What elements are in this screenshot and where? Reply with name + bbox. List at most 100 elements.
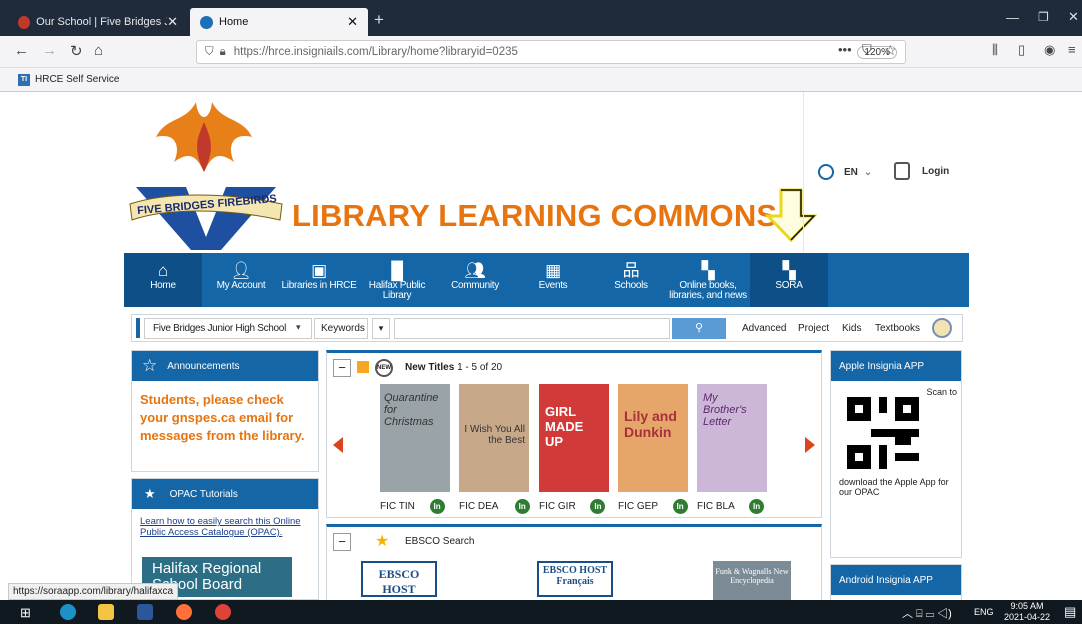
tab-home[interactable]: Home ✕: [190, 8, 368, 36]
account-icon[interactable]: ◉: [1044, 42, 1055, 58]
book-cover[interactable]: Quarantine for Christmas: [380, 384, 450, 492]
pocket-icon[interactable]: ⛉: [862, 42, 872, 58]
search-button[interactable]: ⚲: [672, 318, 726, 339]
book-cover[interactable]: GIRL MADE UP: [539, 384, 609, 492]
clock[interactable]: 9:05 AM 2021-04-22: [1004, 601, 1050, 623]
back-icon[interactable]: ←: [14, 42, 29, 59]
url-text: https://hrce.insigniails.com/Library/hom…: [233, 46, 518, 58]
star-outline-icon: ☆: [142, 356, 158, 375]
book-cover[interactable]: I Wish You All the Best: [459, 384, 529, 492]
word-icon[interactable]: [137, 604, 153, 620]
home-icon[interactable]: ⌂: [94, 42, 103, 59]
book-call-number: FIC GIR In: [539, 499, 606, 514]
menu-item-events[interactable]: ▦ Events: [518, 253, 588, 307]
chrome-icon[interactable]: [60, 604, 76, 620]
advanced-link[interactable]: Advanced: [742, 323, 786, 334]
page-content: FIVE BRIDGES FIREBIRDS LIBRARY LEARNING …: [0, 92, 1082, 600]
search-input[interactable]: [394, 318, 670, 339]
book-cover[interactable]: Lily and Dunkin: [618, 384, 688, 492]
book-cover[interactable]: My Brother's Letter: [697, 384, 767, 492]
menu-icon[interactable]: ≡: [1068, 42, 1076, 57]
language-selector[interactable]: EN ⌄: [818, 164, 872, 180]
user-icon: 👤︎: [230, 261, 252, 280]
lock-icon: 🔒︎: [219, 45, 226, 58]
address-bar[interactable]: ⛉ 🔒︎ https://hrce.insigniails.com/Librar…: [196, 40, 906, 64]
opac-panel: ★ OPAC Tutorials Learn how to easily sea…: [131, 478, 319, 600]
shield-icon: ⛉: [205, 45, 214, 58]
close-icon[interactable]: ✕: [347, 14, 358, 30]
close-window-icon[interactable]: ✕: [1068, 9, 1079, 25]
collapse-button[interactable]: −: [333, 359, 351, 377]
kids-link[interactable]: Kids: [842, 323, 861, 334]
opac-header: ★ OPAC Tutorials: [132, 479, 318, 509]
ebsco-heading: EBSCO Search: [405, 536, 475, 547]
next-arrow-icon[interactable]: [805, 437, 815, 453]
star-icon: ★: [144, 486, 156, 501]
grid-icon: ▚: [701, 261, 715, 280]
bookmark-hrce-self-service[interactable]: HRCE Self Service: [35, 74, 119, 85]
main-menu: ⌂ Home 👤︎ My Account ▣ Libraries in HRCE ▐▌…: [124, 253, 969, 307]
insignia-favicon-icon: [200, 15, 213, 29]
collapse-button[interactable]: −: [333, 533, 351, 551]
sitemap-icon: 品: [622, 261, 640, 280]
restore-icon[interactable]: ❐: [1038, 10, 1049, 24]
opac-tutorial-link[interactable]: Learn how to easily search this Online P…: [132, 509, 318, 538]
menu-item-community[interactable]: 👥︎ Community: [442, 253, 508, 307]
close-icon[interactable]: ✕: [167, 14, 178, 30]
more-icon[interactable]: •••: [838, 42, 852, 57]
announcement-message: Students, please check your gnspes.ca em…: [140, 392, 305, 443]
language-indicator[interactable]: ENG: [974, 607, 994, 617]
windows-start-icon[interactable]: ⊞: [20, 605, 31, 621]
sidebar-icon[interactable]: ▯: [1018, 42, 1025, 58]
reload-icon[interactable]: ↻: [70, 42, 83, 60]
ebsco-host-logo[interactable]: EBSCO HOST: [361, 561, 437, 597]
in-status-badge: In: [749, 499, 765, 514]
file-explorer-icon[interactable]: [98, 604, 114, 620]
firebirds-logo[interactable]: FIVE BRIDGES FIREBIRDS: [126, 92, 286, 252]
browser-tab-bar: Our School | Five Bridges Junio ✕ Home ✕…: [0, 0, 1082, 36]
ebsco-host-french-logo[interactable]: EBSCO HOST Français: [537, 561, 613, 597]
firefox-icon[interactable]: [176, 604, 192, 620]
ebsco-panel: − ★ EBSCO Search EBSCO HOST EBSCO HOST F…: [326, 524, 822, 600]
previous-arrow-icon[interactable]: [333, 437, 343, 453]
system-tray-icons[interactable]: ︿ ⌸ ▭ ◁): [902, 605, 952, 621]
textbooks-link[interactable]: Textbooks: [875, 323, 920, 334]
library-select[interactable]: Five Bridges Junior High School: [144, 318, 312, 339]
project-link[interactable]: Project: [798, 323, 829, 334]
help-owl-icon[interactable]: [932, 318, 952, 338]
bookmark-star-icon[interactable]: ☆: [884, 42, 897, 59]
bookmarks-bar: TI HRCE Self Service: [0, 68, 1082, 92]
forward-icon[interactable]: →: [42, 42, 57, 59]
android-app-panel: Android Insignia APP: [830, 564, 962, 600]
library-icon[interactable]: ⫼: [992, 42, 998, 58]
apple-app-panel: Apple Insignia APP Scan to download the …: [830, 350, 962, 558]
minimize-icon[interactable]: —: [1006, 10, 1019, 25]
chrome-icon[interactable]: [215, 604, 231, 620]
tab-our-school[interactable]: Our School | Five Bridges Junio ✕: [8, 8, 188, 36]
page-title: LIBRARY LEARNING COMMONS: [292, 198, 778, 233]
notification-icon[interactable]: ▤: [1064, 604, 1076, 620]
login-button[interactable]: Login: [894, 162, 949, 180]
hrce-bookmark-icon: TI: [18, 73, 30, 86]
funk-wagnalls-logo[interactable]: Funk & Wagnalls New Encyclopedia: [713, 561, 791, 600]
menu-item-home[interactable]: ⌂ Home: [124, 253, 202, 307]
scan-label: Scan to: [926, 387, 957, 397]
in-status-badge: In: [672, 499, 688, 514]
qr-code: [847, 397, 919, 469]
clock-time: 9:05 AM: [1010, 601, 1044, 611]
announcements-panel: ☆ Announcements Students, please check y…: [131, 350, 319, 472]
menu-item-my-account[interactable]: 👤︎ My Account: [206, 253, 276, 307]
new-tab-icon[interactable]: +: [374, 10, 384, 30]
rss-icon[interactable]: [357, 361, 369, 373]
menu-item-sora[interactable]: ▚ SORA: [750, 253, 828, 307]
briefcase-icon: ▣: [311, 261, 327, 280]
menu-item-libraries[interactable]: ▣ Libraries in HRCE: [279, 253, 359, 307]
menu-item-halifax-library[interactable]: ▐▌ Halifax Public Library: [364, 253, 430, 307]
menu-item-schools[interactable]: 品 Schools: [596, 253, 666, 307]
apple-app-header: Apple Insignia APP: [831, 351, 961, 381]
in-status-badge: In: [590, 499, 606, 514]
clock-date: 2021-04-22: [1004, 612, 1051, 622]
field-select[interactable]: Keywords: [314, 318, 368, 339]
field-select-arrow-icon[interactable]: ▾: [372, 318, 390, 339]
menu-item-online-books[interactable]: ▚ Online books, libraries, and news: [668, 253, 748, 307]
